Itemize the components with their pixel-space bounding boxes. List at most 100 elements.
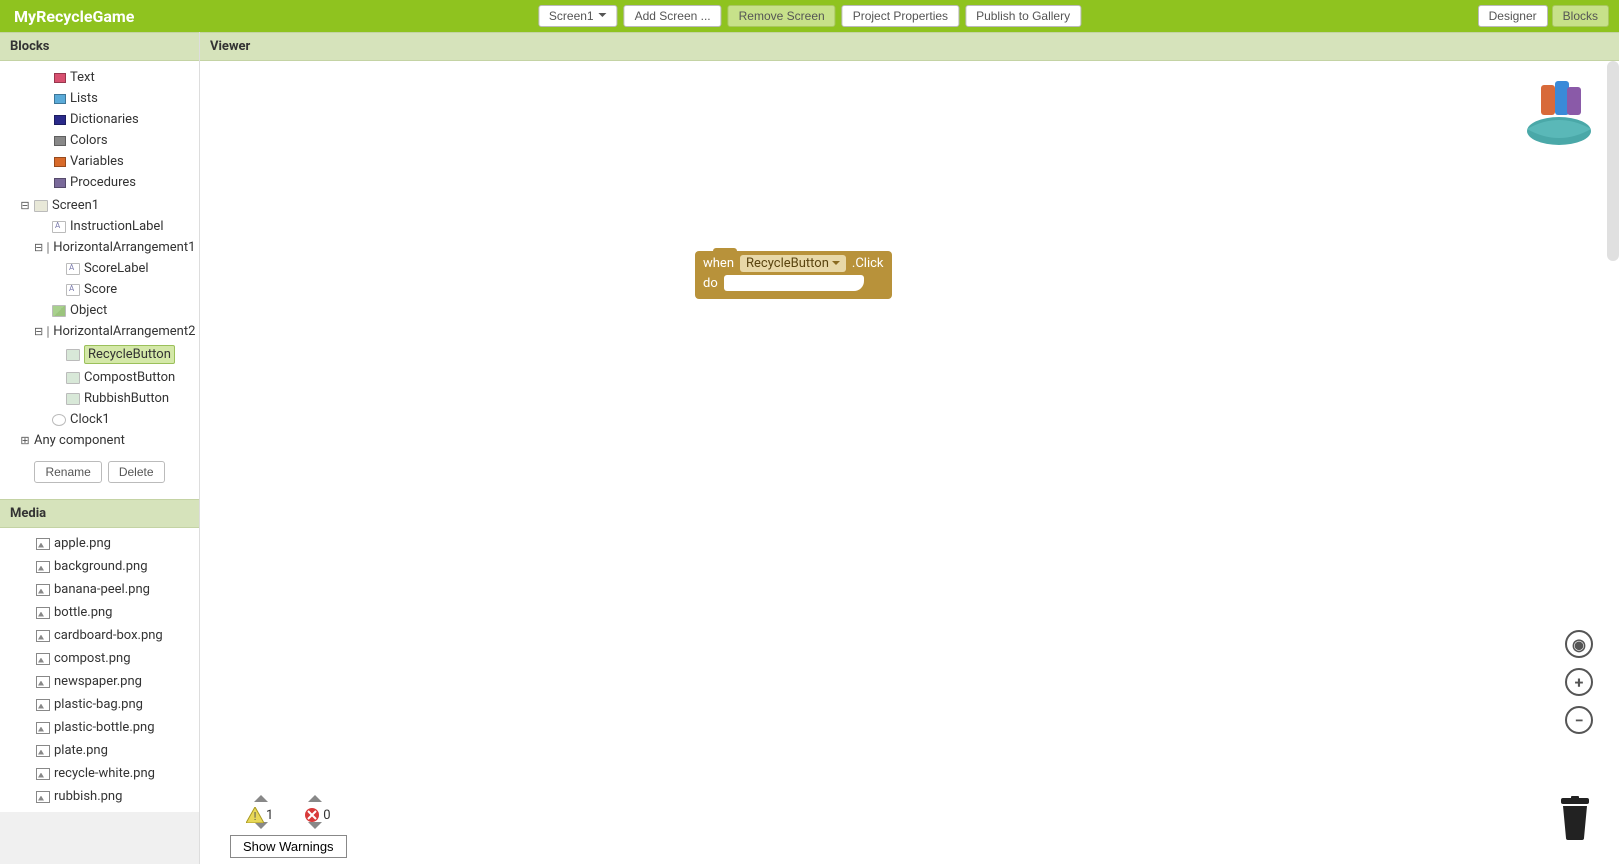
media-item[interactable]: background.png xyxy=(36,555,199,578)
err-up-icon[interactable] xyxy=(308,795,322,802)
image-file-icon xyxy=(36,653,50,665)
tree-item-compost-button[interactable]: CompostButton xyxy=(4,367,195,388)
swatch-icon xyxy=(54,178,66,188)
backpack-icon[interactable] xyxy=(1519,71,1599,151)
designer-tab[interactable]: Designer xyxy=(1478,5,1548,27)
block-event-label: .Click xyxy=(852,256,884,271)
block-component-label: RecycleButton xyxy=(746,256,829,271)
zoom-out-button[interactable]: − xyxy=(1565,706,1593,734)
media-item-label: recycle-white.png xyxy=(54,766,155,781)
category-label: Variables xyxy=(70,154,124,169)
add-screen-button[interactable]: Add Screen ... xyxy=(624,5,722,27)
media-panel: apple.png background.png banana-peel.png bo… xyxy=(0,528,199,812)
swatch-icon xyxy=(54,157,66,167)
expand-icon[interactable]: ⊞ xyxy=(20,434,30,447)
trash-icon[interactable] xyxy=(1557,796,1593,844)
category-dictionaries[interactable]: Dictionaries xyxy=(4,109,195,130)
warning-count-value: 1 xyxy=(266,808,273,823)
tree-item-clock1[interactable]: Clock1 xyxy=(4,409,195,430)
topbar-right: Designer Blocks xyxy=(1478,5,1609,27)
show-warnings-button[interactable]: Show Warnings xyxy=(230,835,347,858)
tree-item-screen1[interactable]: ⊟Screen1 xyxy=(4,195,195,216)
publish-button[interactable]: Publish to Gallery xyxy=(965,5,1081,27)
media-item[interactable]: cardboard-box.png xyxy=(36,624,199,647)
media-item-label: cardboard-box.png xyxy=(54,628,163,643)
media-item[interactable]: newspaper.png xyxy=(36,670,199,693)
event-block[interactable]: when RecycleButton .Click do xyxy=(695,251,892,299)
category-text[interactable]: Text xyxy=(4,67,195,88)
tree-item-harrangement2[interactable]: ⊟HorizontalArrangement2 xyxy=(4,321,195,342)
media-item[interactable]: banana-peel.png xyxy=(36,578,199,601)
screen-dropdown[interactable]: Screen1 xyxy=(538,5,618,27)
media-item-label: banana-peel.png xyxy=(54,582,150,597)
block-component-dropdown[interactable]: RecycleButton xyxy=(740,255,846,272)
rename-button[interactable]: Rename xyxy=(34,461,101,483)
media-item[interactable]: plastic-bottle.png xyxy=(36,716,199,739)
err-down-icon[interactable] xyxy=(308,822,322,829)
category-label: Colors xyxy=(70,133,108,148)
category-label: Procedures xyxy=(70,175,136,190)
block-slot[interactable] xyxy=(724,275,864,291)
media-item[interactable]: bottle.png xyxy=(36,601,199,624)
zoom-in-button[interactable]: + xyxy=(1565,668,1593,696)
scrollbar[interactable] xyxy=(1607,61,1619,261)
media-item-label: rubbish.png xyxy=(54,789,122,804)
image-file-icon xyxy=(36,561,50,573)
warn-down-icon[interactable] xyxy=(254,822,268,829)
remove-screen-button[interactable]: Remove Screen xyxy=(728,5,836,27)
media-item[interactable]: compost.png xyxy=(36,647,199,670)
blocks-panel: Text Lists Dictionaries Colors Variables… xyxy=(0,61,199,499)
tree-label: RubbishButton xyxy=(84,391,169,406)
media-item[interactable]: recycle-white.png xyxy=(36,762,199,785)
media-item-label: bottle.png xyxy=(54,605,112,620)
swatch-icon xyxy=(54,136,66,146)
collapse-icon[interactable]: ⊟ xyxy=(34,325,43,338)
tree-item-score[interactable]: Score xyxy=(4,279,195,300)
button-icon xyxy=(66,393,80,405)
warning-count: ! 1 xyxy=(246,807,273,823)
image-file-icon xyxy=(36,538,50,550)
image-file-icon xyxy=(36,745,50,757)
collapse-icon[interactable]: ⊟ xyxy=(20,199,30,212)
image-file-icon xyxy=(36,584,50,596)
tree-item-instruction-label[interactable]: InstructionLabel xyxy=(4,216,195,237)
delete-button[interactable]: Delete xyxy=(108,461,165,483)
media-item[interactable]: plastic-bag.png xyxy=(36,693,199,716)
main-layout: Blocks Text Lists Dictionaries Colors Va… xyxy=(0,32,1619,864)
topbar: MyRecycleGame Screen1 Add Screen ... Rem… xyxy=(0,0,1619,32)
category-variables[interactable]: Variables xyxy=(4,151,195,172)
swatch-icon xyxy=(54,73,66,83)
tree-item-harrangement1[interactable]: ⊟HorizontalArrangement1 xyxy=(4,237,195,258)
warning-icon: ! xyxy=(246,807,264,823)
category-list: Text Lists Dictionaries Colors Variables… xyxy=(4,67,195,193)
warn-up-icon[interactable] xyxy=(254,795,268,802)
blocks-panel-header: Blocks xyxy=(0,32,199,61)
clock-icon xyxy=(52,414,66,426)
tree-item-object[interactable]: Object xyxy=(4,300,195,321)
tree-label: Any component xyxy=(34,433,125,448)
collapse-icon[interactable]: ⊟ xyxy=(34,241,43,254)
media-item[interactable]: plate.png xyxy=(36,739,199,762)
media-item-label: plastic-bag.png xyxy=(54,697,143,712)
tree-item-recycle-button[interactable]: RecycleButton xyxy=(4,342,195,367)
tree-item-score-label[interactable]: ScoreLabel xyxy=(4,258,195,279)
layout-icon xyxy=(47,242,49,254)
category-lists[interactable]: Lists xyxy=(4,88,195,109)
category-label: Dictionaries xyxy=(70,112,139,127)
zoom-center-button[interactable]: ◉ xyxy=(1565,630,1593,658)
left-column: Blocks Text Lists Dictionaries Colors Va… xyxy=(0,32,200,864)
tree-label: ScoreLabel xyxy=(84,261,149,276)
viewer-canvas[interactable]: when RecycleButton .Click do xyxy=(200,61,1619,864)
media-item[interactable]: apple.png xyxy=(36,532,199,555)
media-item-label: background.png xyxy=(54,559,148,574)
block-do-label: do xyxy=(703,276,718,291)
tree-item-any-component[interactable]: ⊞ Any component xyxy=(4,430,195,451)
project-properties-button[interactable]: Project Properties xyxy=(842,5,959,27)
blocks-tab[interactable]: Blocks xyxy=(1552,5,1609,27)
tree-item-rubbish-button[interactable]: RubbishButton xyxy=(4,388,195,409)
button-icon xyxy=(66,349,80,361)
media-item[interactable]: rubbish.png xyxy=(36,785,199,808)
category-procedures[interactable]: Procedures xyxy=(4,172,195,193)
block-notch xyxy=(713,248,737,254)
category-colors[interactable]: Colors xyxy=(4,130,195,151)
